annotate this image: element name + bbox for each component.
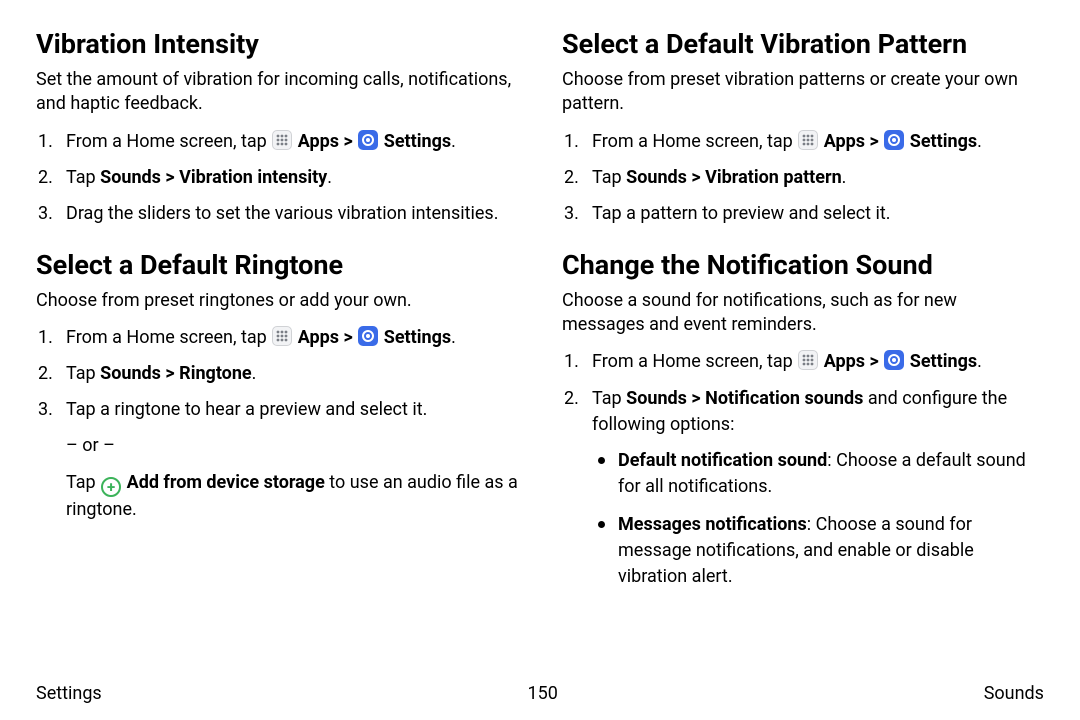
settings-label: Settings — [910, 351, 977, 372]
step-item: Tap Sounds > Vibration intensity. — [36, 165, 518, 191]
step-item: From a Home screen, tap Apps > Settings. — [36, 325, 518, 351]
step-item: From a Home screen, tap Apps > Settings. — [562, 349, 1044, 375]
step-text: Tap a ringtone to hear a preview and sel… — [66, 399, 427, 420]
step-text: From a Home screen, tap — [66, 327, 271, 348]
step-text: Tap — [66, 167, 100, 188]
settings-icon — [358, 130, 378, 150]
period: . — [451, 131, 456, 152]
period: . — [977, 351, 982, 372]
step-item: Tap Sounds > Notification sounds and con… — [562, 386, 1044, 438]
step-bold: Sounds > Notification sounds — [626, 388, 863, 409]
footer-page-number: 150 — [528, 683, 558, 704]
steps-list: From a Home screen, tap Apps > Settings.… — [562, 349, 1044, 437]
step-item: From a Home screen, tap Apps > Settings. — [36, 129, 518, 155]
section-intro: Choose a sound for notifications, such a… — [562, 289, 1044, 338]
apps-icon — [798, 350, 818, 370]
bullet-bold: Messages notifications — [618, 514, 807, 535]
left-column: Vibration Intensity Set the amount of vi… — [36, 28, 518, 668]
apps-label: Apps — [824, 351, 865, 372]
step-item: Tap Sounds > Ringtone. — [36, 361, 518, 387]
or-divider: – or – — [66, 433, 518, 459]
step-text: From a Home screen, tap — [592, 351, 797, 372]
chevron-icon: > — [344, 327, 358, 348]
period: . — [977, 131, 982, 152]
steps-list: From a Home screen, tap Apps > Settings.… — [562, 129, 1044, 227]
step-text: Tap — [592, 167, 626, 188]
step-item: Tap a pattern to preview and select it. — [562, 201, 1044, 227]
settings-label: Settings — [384, 327, 451, 348]
add-storage-label: Add from device storage — [127, 472, 325, 493]
footer-right: Sounds — [984, 683, 1044, 704]
settings-icon — [884, 350, 904, 370]
settings-label: Settings — [910, 131, 977, 152]
step-text: Tap — [66, 363, 100, 384]
step-text: From a Home screen, tap — [66, 131, 271, 152]
footer-left: Settings — [36, 683, 102, 704]
step-text: Tap — [592, 388, 626, 409]
period: . — [252, 363, 257, 384]
right-column: Select a Default Vibration Pattern Choos… — [562, 28, 1044, 668]
settings-icon — [884, 130, 904, 150]
bullet-bold: Default notification sound — [618, 450, 827, 471]
step-item: Tap a ringtone to hear a preview and sel… — [36, 397, 518, 523]
step-text: Tap — [66, 472, 100, 493]
settings-label: Settings — [384, 131, 451, 152]
step-bold: Sounds > Vibration intensity — [100, 167, 327, 188]
chevron-icon: > — [870, 351, 884, 372]
step-bold: Sounds > Vibration pattern — [626, 167, 842, 188]
section-heading-notification-sound: Change the Notification Sound — [562, 249, 1044, 281]
section-heading-default-ringtone: Select a Default Ringtone — [36, 249, 518, 281]
bullet-list: Default notification sound: Choose a def… — [562, 448, 1044, 590]
step-item: Drag the sliders to set the various vibr… — [36, 201, 518, 227]
step-text: From a Home screen, tap — [592, 131, 797, 152]
settings-icon — [358, 326, 378, 346]
apps-icon — [272, 130, 292, 150]
apps-icon — [272, 326, 292, 346]
period: . — [451, 327, 456, 348]
bullet-item: Messages notifications: Choose a sound f… — [562, 512, 1044, 590]
page-footer: Settings 150 Sounds — [36, 683, 1044, 704]
chevron-icon: > — [870, 131, 884, 152]
period: . — [842, 167, 847, 188]
step-item: From a Home screen, tap Apps > Settings. — [562, 129, 1044, 155]
steps-list: From a Home screen, tap Apps > Settings.… — [36, 129, 518, 227]
apps-icon — [798, 130, 818, 150]
chevron-icon: > — [344, 131, 358, 152]
apps-label: Apps — [824, 131, 865, 152]
apps-label: Apps — [298, 131, 339, 152]
apps-label: Apps — [298, 327, 339, 348]
section-intro: Choose from preset ringtones or add your… — [36, 289, 518, 313]
section-heading-vibration-intensity: Vibration Intensity — [36, 28, 518, 60]
period: . — [327, 167, 332, 188]
section-intro: Set the amount of vibration for incoming… — [36, 68, 518, 117]
step-item: Tap Sounds > Vibration pattern. — [562, 165, 1044, 191]
section-intro: Choose from preset vibration patterns or… — [562, 68, 1044, 117]
add-icon: + — [101, 477, 121, 497]
step-bold: Sounds > Ringtone — [100, 363, 252, 384]
section-heading-vibration-pattern: Select a Default Vibration Pattern — [562, 28, 1044, 60]
bullet-item: Default notification sound: Choose a def… — [562, 448, 1044, 500]
steps-list: From a Home screen, tap Apps > Settings.… — [36, 325, 518, 523]
